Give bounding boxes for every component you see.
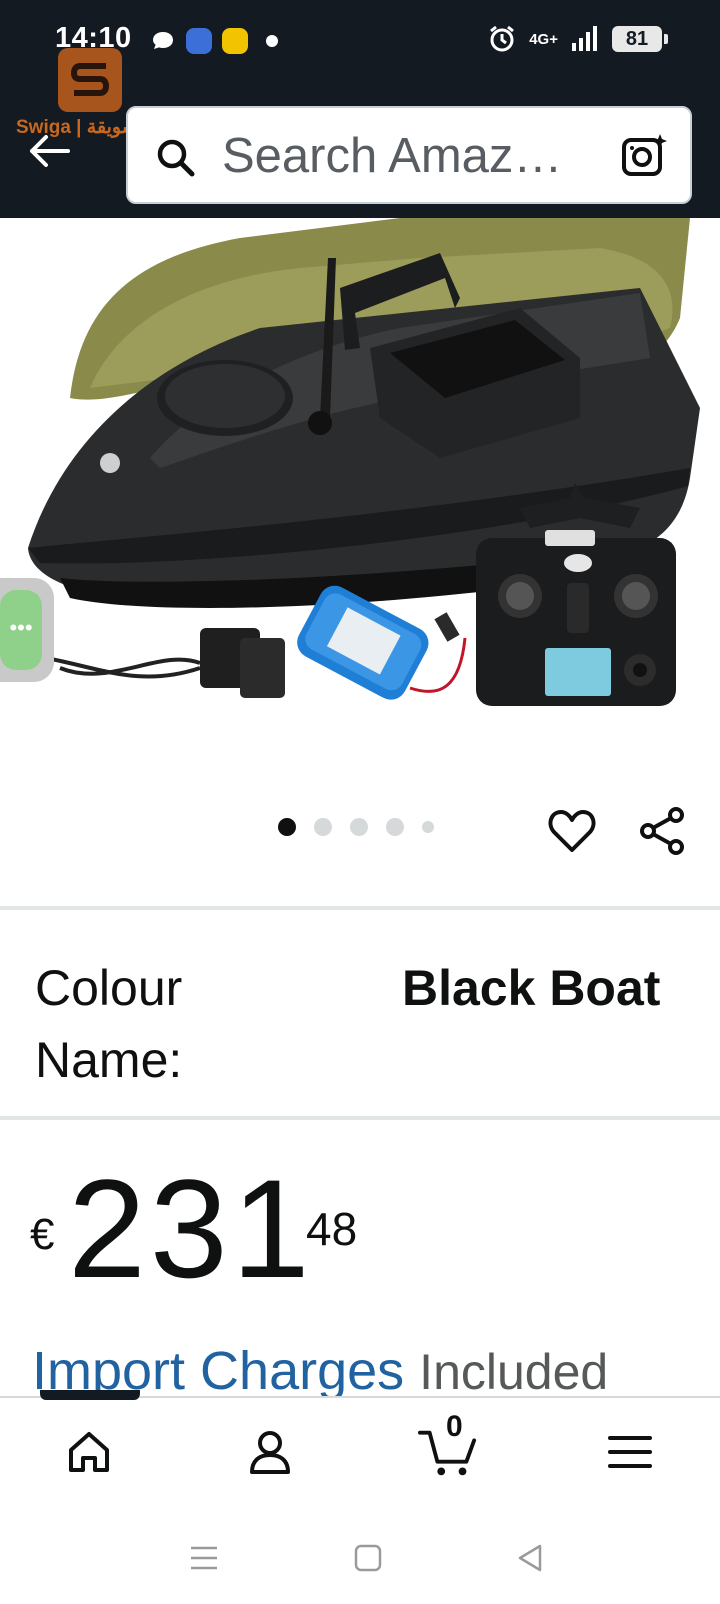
- system-navigation-bar: [0, 1508, 720, 1604]
- price-fraction: 48: [306, 1203, 358, 1255]
- download-notification-icon: [222, 28, 248, 54]
- product-image: [28, 218, 700, 706]
- chat-bubble-icon: •••: [0, 590, 42, 670]
- price-currency: €: [30, 1210, 55, 1259]
- floating-chat-bubble[interactable]: •••: [0, 578, 54, 682]
- wishlist-heart-icon[interactable]: [548, 808, 596, 854]
- price-whole: 231: [68, 1150, 314, 1307]
- product-image-gallery[interactable]: •••: [0, 218, 720, 778]
- variation-value: Black Boat: [402, 960, 661, 1016]
- nav-account-button[interactable]: [240, 1422, 300, 1482]
- signal-icon: [572, 26, 597, 51]
- battery-level: 81: [625, 27, 649, 50]
- carousel-dot[interactable]: [350, 818, 368, 836]
- search-bar[interactable]: Search Amaz…: [126, 106, 692, 204]
- import-charges-suffix: Included: [419, 1344, 609, 1400]
- network-type: 4G+: [529, 30, 558, 48]
- menu-icon: [608, 1436, 652, 1468]
- active-tab-indicator: [40, 1390, 140, 1400]
- carousel-dot[interactable]: [422, 821, 434, 833]
- watermark-logo-mark: [58, 48, 122, 112]
- cart-count-badge: 0: [446, 1410, 463, 1443]
- battery-icon: 81: [612, 26, 668, 52]
- nav-menu-button[interactable]: [600, 1422, 660, 1482]
- arrow-left-icon: [30, 135, 70, 167]
- search-icon: [157, 139, 195, 177]
- app-header: 14:10 4G+ 81 Swiga | سويقة Search Amaz…: [0, 0, 720, 218]
- status-right: 4G+ 81: [487, 24, 668, 54]
- variation-label: Colour Name:: [35, 960, 183, 1088]
- camera-search-icon[interactable]: [620, 132, 668, 180]
- more-notifications-dot-icon: [266, 35, 278, 47]
- carousel-dot-active[interactable]: [278, 818, 296, 836]
- back-system-icon[interactable]: [514, 1542, 546, 1574]
- account-icon: [250, 1431, 290, 1474]
- app-notification-icon: [186, 28, 212, 54]
- nav-home-button[interactable]: [59, 1422, 119, 1482]
- image-carousel-indicator: [278, 818, 434, 836]
- back-button[interactable]: [26, 128, 72, 174]
- home-system-icon[interactable]: [352, 1542, 384, 1574]
- home-icon: [69, 1432, 109, 1472]
- alarm-icon: [490, 25, 515, 52]
- section-divider: [0, 906, 720, 910]
- carousel-dot[interactable]: [314, 818, 332, 836]
- share-icon[interactable]: [638, 806, 686, 856]
- carousel-dot[interactable]: [386, 818, 404, 836]
- search-input[interactable]: Search Amaz…: [222, 124, 602, 188]
- bottom-navigation: 0: [0, 1390, 720, 1508]
- recent-apps-icon[interactable]: [188, 1542, 220, 1574]
- section-divider: [0, 1116, 720, 1120]
